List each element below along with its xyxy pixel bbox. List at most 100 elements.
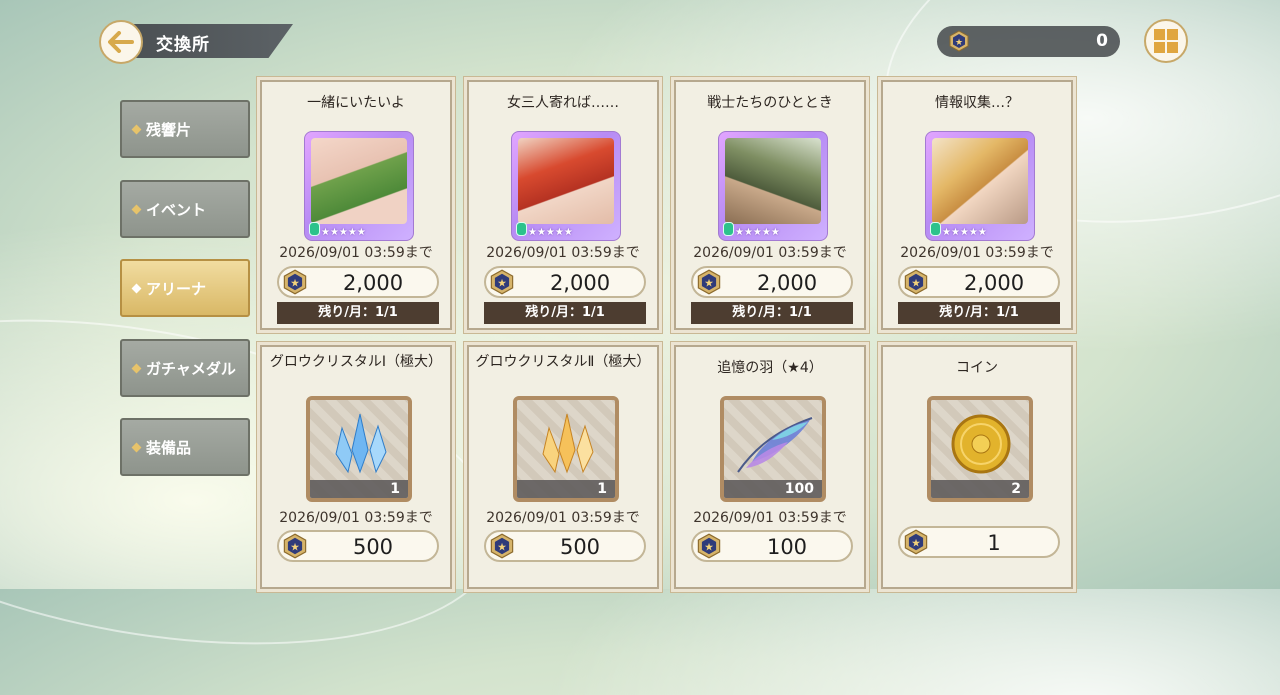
arena-medal-icon: ★ [904,529,928,555]
tab-label: 装備品 [146,438,192,457]
svg-text:★: ★ [911,277,921,290]
memory-card-art: ★★★★★ [925,131,1035,241]
diamond-icon [131,442,142,452]
rarity-stars: ★★★★★ [321,227,366,238]
deadline-text: 2026/09/01 03:59まで [693,510,847,526]
item-frame: 1 [306,396,412,502]
shop-card[interactable]: 女三人寄れば…… ★★★★★ 2026/09/01 03:59まで ★ 2,00… [467,80,659,330]
svg-text:★: ★ [290,277,300,290]
price-pill: ★ 2,000 [484,266,646,298]
arena-medal-icon: ★ [490,533,514,559]
currency-value: 0 [1096,31,1108,51]
price-value: 500 [352,535,394,559]
svg-text:★: ★ [955,38,963,48]
shop-card[interactable]: グロウクリスタルⅡ（極大） 1 2026/09/01 03:59まで ★ 500 [467,345,659,589]
card-title: グロウクリスタルⅡ（極大） [475,354,651,370]
shop-card[interactable]: 情報収集…？ ★★★★★ 2026/09/01 03:59まで ★ 2,000 … [881,80,1073,330]
card-title: 一緒にいたいよ [307,95,405,111]
svg-text:★: ★ [911,537,921,550]
tab-echo-fragments[interactable]: 残響片 [120,100,250,158]
item-frame: 100 [720,396,826,502]
diamond-icon [131,283,142,293]
rarity-stars: ★★★★★ [528,227,573,238]
card-title: 戦士たちのひととき [707,95,833,111]
deadline-text: 2026/09/01 03:59まで [486,245,640,261]
arena-medal-icon: ★ [697,533,721,559]
remaining-count: 残り/月：1/1 [691,302,853,324]
tab-gacha-medal[interactable]: ガチャメダル [120,339,250,397]
memory-card-art: ★★★★★ [304,131,414,241]
price-pill: ★ 500 [484,530,646,562]
tab-label: アリーナ [146,279,207,298]
shop-card[interactable]: グロウクリスタルⅠ（極大） 1 2026/09/01 03:59まで ★ 500 [260,345,452,589]
price-value: 1 [987,531,1001,555]
deadline-text: 2026/09/01 03:59まで [486,510,640,526]
item-quantity: 1 [517,480,615,498]
back-button[interactable] [99,20,143,64]
rank-badge [930,222,941,236]
gold-coin-icon [951,414,1011,474]
card-title: グロウクリスタルⅠ（極大） [269,354,443,370]
tab-label: ガチャメダル [146,359,236,378]
arena-medal-icon: ★ [283,269,307,295]
svg-text:★: ★ [704,277,714,290]
remaining-count: 残り/月：1/1 [277,302,439,324]
tab-event[interactable]: イベント [120,180,250,238]
arena-medal-icon: ★ [490,269,514,295]
deadline-text: 2026/09/01 03:59まで [279,510,433,526]
svg-text:★: ★ [704,541,714,554]
item-frame: 2 [927,396,1033,502]
arrow-left-icon [108,31,134,53]
svg-text:★: ★ [497,277,507,290]
rank-badge [309,222,320,236]
deadline-text: 2026/09/01 03:59まで [693,245,847,261]
grid-menu-icon [1154,29,1178,53]
feather-icon [737,417,813,473]
price-value: 2,000 [342,271,404,295]
rarity-stars: ★★★★★ [942,227,987,238]
arena-medal-icon: ★ [697,269,721,295]
price-value: 2,000 [963,271,1025,295]
menu-button[interactable] [1144,19,1188,63]
remaining-count: 残り/月：1/1 [898,302,1060,324]
card-title: 情報収集…？ [935,95,1019,111]
arena-medal-icon: ★ [949,30,969,52]
rank-badge [723,222,734,236]
svg-text:★: ★ [497,541,507,554]
price-pill: ★ 2,000 [898,266,1060,298]
price-pill: ★ 2,000 [691,266,853,298]
shop-card[interactable]: 一緒にいたいよ ★★★★★ 2026/09/01 03:59まで ★ 2,000… [260,80,452,330]
tab-arena[interactable]: アリーナ [120,259,250,317]
memory-card-art: ★★★★★ [718,131,828,241]
item-quantity: 2 [931,480,1029,498]
diamond-icon [131,204,142,214]
item-quantity: 1 [310,480,408,498]
diamond-icon [131,124,142,134]
price-pill: ★ 500 [277,530,439,562]
shop-card[interactable]: 追憶の羽（★4） 100 2026/09/01 03:59まで ★ 100 [674,345,866,589]
shop-card[interactable]: コイン 2 ★ 1 [881,345,1073,589]
tab-label: イベント [146,200,207,219]
arena-medal-icon: ★ [904,269,928,295]
rarity-stars: ★★★★★ [735,227,780,238]
item-frame: 1 [513,396,619,502]
tab-label: 残響片 [146,120,192,139]
diamond-icon [131,363,142,373]
shop-card[interactable]: 戦士たちのひととき ★★★★★ 2026/09/01 03:59まで ★ 2,0… [674,80,866,330]
page-title: 交換所 [156,35,210,55]
card-title: 女三人寄れば…… [507,95,619,111]
card-title: コイン [956,360,998,376]
price-value: 2,000 [756,271,818,295]
svg-text:★: ★ [290,541,300,554]
remaining-count: 残り/月：1/1 [484,302,646,324]
card-title: 追憶の羽（★4） [717,360,823,376]
memory-card-art: ★★★★★ [511,131,621,241]
price-value: 500 [559,535,601,559]
arena-medal-icon: ★ [283,533,307,559]
item-quantity: 100 [724,480,822,498]
tab-equipment[interactable]: 装備品 [120,418,250,476]
price-value: 100 [766,535,808,559]
gold-crystal-icon [542,413,594,474]
price-pill: ★ 100 [691,530,853,562]
deadline-text: 2026/09/01 03:59まで [279,245,433,261]
